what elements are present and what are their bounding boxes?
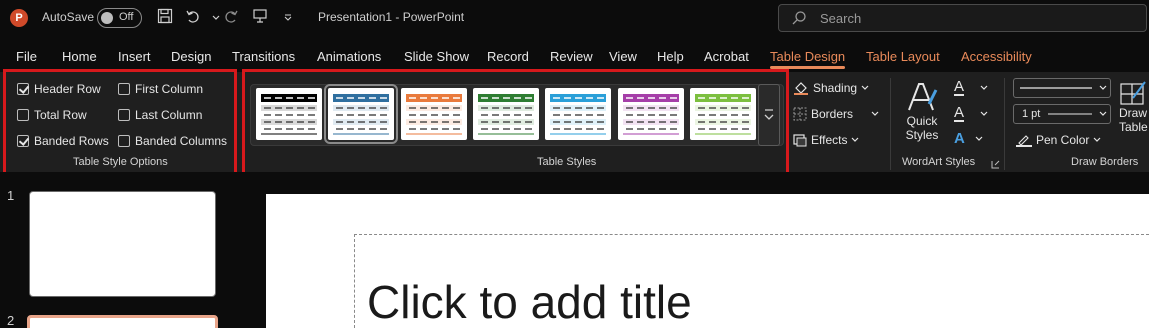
quick-styles-label-line2: Styles <box>905 128 939 142</box>
tab-view[interactable]: View <box>609 49 637 64</box>
redo-icon[interactable] <box>221 8 241 28</box>
pen-weight-dropdown[interactable]: 1 pt <box>1013 104 1111 124</box>
draw-borders-caption: Draw Borders <box>1071 156 1139 168</box>
tab-home[interactable]: Home <box>62 49 97 64</box>
autosave-label: AutoSave <box>42 10 95 24</box>
slide-number: 2 <box>7 313 15 328</box>
tab-review[interactable]: Review <box>550 49 593 64</box>
effects-button[interactable]: Effects <box>793 133 859 147</box>
tab-animations[interactable]: Animations <box>317 49 381 64</box>
borders-button[interactable]: Borders <box>793 107 879 121</box>
highlight-frame-style-options <box>3 69 237 175</box>
shading-button[interactable]: Shading <box>793 81 869 95</box>
pen-color-icon <box>1016 135 1032 147</box>
autosave-state: Off <box>119 11 134 23</box>
draw-table-label-line2: Table <box>1119 120 1148 134</box>
search-icon <box>791 10 807 29</box>
pen-weight-line-icon <box>1048 111 1107 116</box>
tab-accessibility[interactable]: Accessibility <box>961 49 1032 64</box>
slide-thumbnails-pane: 1 2 <box>0 172 240 328</box>
slide-canvas: Click to add title <box>266 194 1149 328</box>
chevron-down-icon <box>861 85 869 90</box>
text-effects-icon: A <box>954 130 965 147</box>
autosave-toggle[interactable]: Off <box>97 8 142 28</box>
pen-color-button[interactable]: Pen Color <box>1016 133 1101 147</box>
group-separator <box>1004 78 1005 170</box>
pen-style-line-icon <box>1020 85 1107 90</box>
quick-styles-button[interactable]: Quick Styles <box>900 80 944 142</box>
pen-color-label: Pen Color <box>1036 133 1090 147</box>
draw-table-button[interactable]: Draw Table <box>1119 80 1149 134</box>
draw-table-label-line1: Draw <box>1119 106 1148 120</box>
tab-table-layout[interactable]: Table Layout <box>866 49 940 64</box>
borders-icon <box>793 107 807 121</box>
customize-toolbar-icon[interactable] <box>278 8 298 28</box>
chevron-down-icon <box>980 111 988 116</box>
tab-insert[interactable]: Insert <box>118 49 151 64</box>
text-outline-icon: A <box>954 104 965 122</box>
tab-acrobat[interactable]: Acrobat <box>704 49 749 64</box>
text-effects-button[interactable]: A <box>954 131 983 146</box>
tab-help[interactable]: Help <box>657 49 684 64</box>
tab-design[interactable]: Design <box>171 49 211 64</box>
toggle-knob <box>101 12 113 24</box>
shading-icon <box>794 82 808 95</box>
slide-editing-area: Click to add title <box>240 172 1149 328</box>
tab-file[interactable]: File <box>16 49 37 64</box>
tab-transitions[interactable]: Transitions <box>232 49 295 64</box>
borders-label: Borders <box>811 107 854 121</box>
text-fill-icon: A <box>954 78 965 96</box>
slide-thumbnail-selected[interactable] <box>27 315 218 328</box>
slide-number: 1 <box>7 188 15 203</box>
tab-record[interactable]: Record <box>487 49 529 64</box>
wordart-dialog-launcher-icon[interactable] <box>991 157 1000 172</box>
undo-icon[interactable] <box>183 8 203 28</box>
highlight-frame-table-styles <box>242 69 789 175</box>
wordart-quick-styles-icon <box>908 83 938 111</box>
ribbon-tabs: File Home Insert Design Transitions Anim… <box>0 46 1149 69</box>
text-outline-button[interactable]: A <box>954 105 988 122</box>
document-title: Presentation1 - PowerPoint <box>318 10 465 24</box>
slide-thumbnail[interactable] <box>29 191 216 297</box>
search-input[interactable]: Search <box>778 4 1147 32</box>
save-icon[interactable] <box>155 8 175 28</box>
present-from-beginning-icon[interactable] <box>250 8 270 28</box>
tab-table-design[interactable]: Table Design <box>770 49 846 69</box>
title-placeholder[interactable]: Click to add title <box>354 234 1149 328</box>
shading-label: Shading <box>813 81 858 95</box>
search-placeholder: Search <box>820 11 862 26</box>
group-separator <box>890 78 891 170</box>
chevron-down-icon <box>975 136 983 141</box>
effects-label: Effects <box>811 133 848 147</box>
chevron-down-icon <box>980 85 988 90</box>
chevron-down-icon <box>852 137 859 142</box>
chevron-down-icon <box>1093 137 1101 142</box>
title-placeholder-text: Click to add title <box>367 276 692 328</box>
wordart-styles-caption: WordArt Styles <box>902 156 976 168</box>
quick-styles-label-line1: Quick <box>906 114 938 128</box>
effects-icon <box>793 134 807 147</box>
tab-slide-show[interactable]: Slide Show <box>404 49 469 64</box>
chevron-down-icon <box>871 111 879 116</box>
draw-table-icon <box>1120 81 1146 105</box>
powerpoint-logo-icon: P <box>10 9 28 27</box>
title-bar: P AutoSave Off Presentation1 - PowerPoin… <box>0 0 1149 38</box>
pen-style-dropdown[interactable] <box>1013 78 1111 98</box>
text-fill-button[interactable]: A <box>954 79 988 96</box>
